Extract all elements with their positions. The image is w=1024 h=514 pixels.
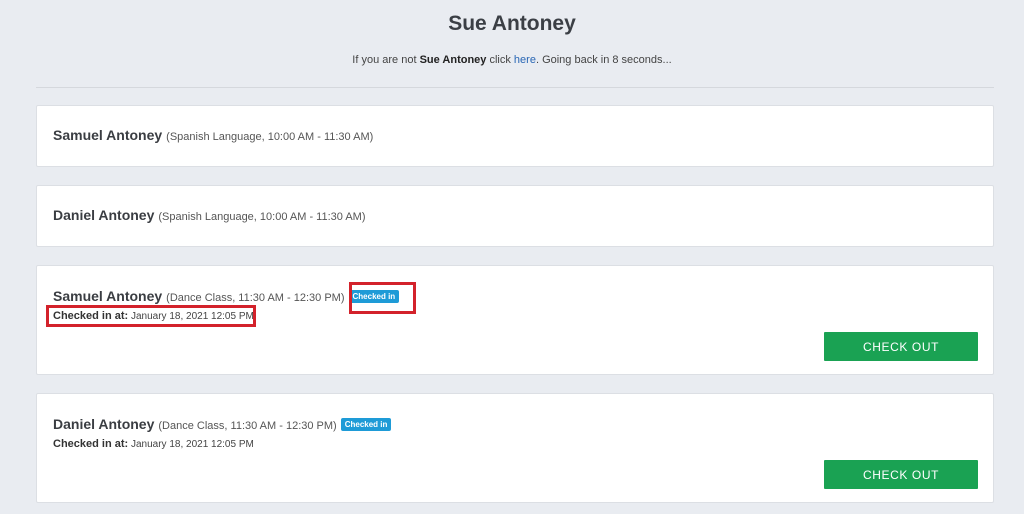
class-info: (Spanish Language, 10:00 AM - 11:30 AM) <box>158 211 366 223</box>
student-name: Daniel Antoney <box>53 416 155 432</box>
class-card-checked-in: Daniel Antoney (Dance Class, 11:30 AM - … <box>36 393 994 503</box>
checked-in-time-line: Checked in at: January 18, 2021 12:05 PM <box>53 438 254 450</box>
class-info: (Dance Class, 11:30 AM - 12:30 PM) <box>158 420 337 432</box>
checked-in-badge: Checked in <box>340 418 392 431</box>
notice-suffix: . Going back in 8 seconds... <box>535 54 672 66</box>
notice-prefix: If you are not <box>352 54 417 66</box>
class-heading: Samuel Antoney (Dance Class, 11:30 AM - … <box>53 288 400 305</box>
not-you-link[interactable]: here <box>514 54 536 66</box>
checked-in-time: January 18, 2021 12:05 PM <box>130 439 254 450</box>
class-card: Daniel Antoney (Spanish Language, 10:00 … <box>36 185 994 247</box>
check-out-button[interactable]: CHECK OUT <box>824 460 978 489</box>
student-name: Daniel Antoney <box>53 207 155 223</box>
class-heading: Daniel Antoney (Spanish Language, 10:00 … <box>53 207 366 223</box>
class-card: Samuel Antoney (Spanish Language, 10:00 … <box>36 105 994 167</box>
class-info: (Dance Class, 11:30 AM - 12:30 PM) <box>166 292 345 304</box>
header-divider <box>36 87 994 88</box>
student-name: Samuel Antoney <box>53 127 163 143</box>
class-heading: Daniel Antoney (Dance Class, 11:30 AM - … <box>53 416 392 433</box>
notice-click: click <box>489 54 511 66</box>
badge-highlight-box <box>349 282 416 314</box>
class-heading: Samuel Antoney (Spanish Language, 10:00 … <box>53 127 373 143</box>
page-title: Sue Antoney <box>448 12 576 35</box>
student-name: Samuel Antoney <box>53 288 163 304</box>
checked-in-label: Checked in at: <box>53 438 129 450</box>
check-out-button[interactable]: CHECK OUT <box>824 332 978 361</box>
notice-name: Sue Antoney <box>419 54 487 66</box>
checked-in-time-highlight-box <box>46 305 256 327</box>
class-info: (Spanish Language, 10:00 AM - 11:30 AM) <box>166 131 374 143</box>
not-you-notice: If you are not Sue Antoney click here. G… <box>0 54 1024 66</box>
